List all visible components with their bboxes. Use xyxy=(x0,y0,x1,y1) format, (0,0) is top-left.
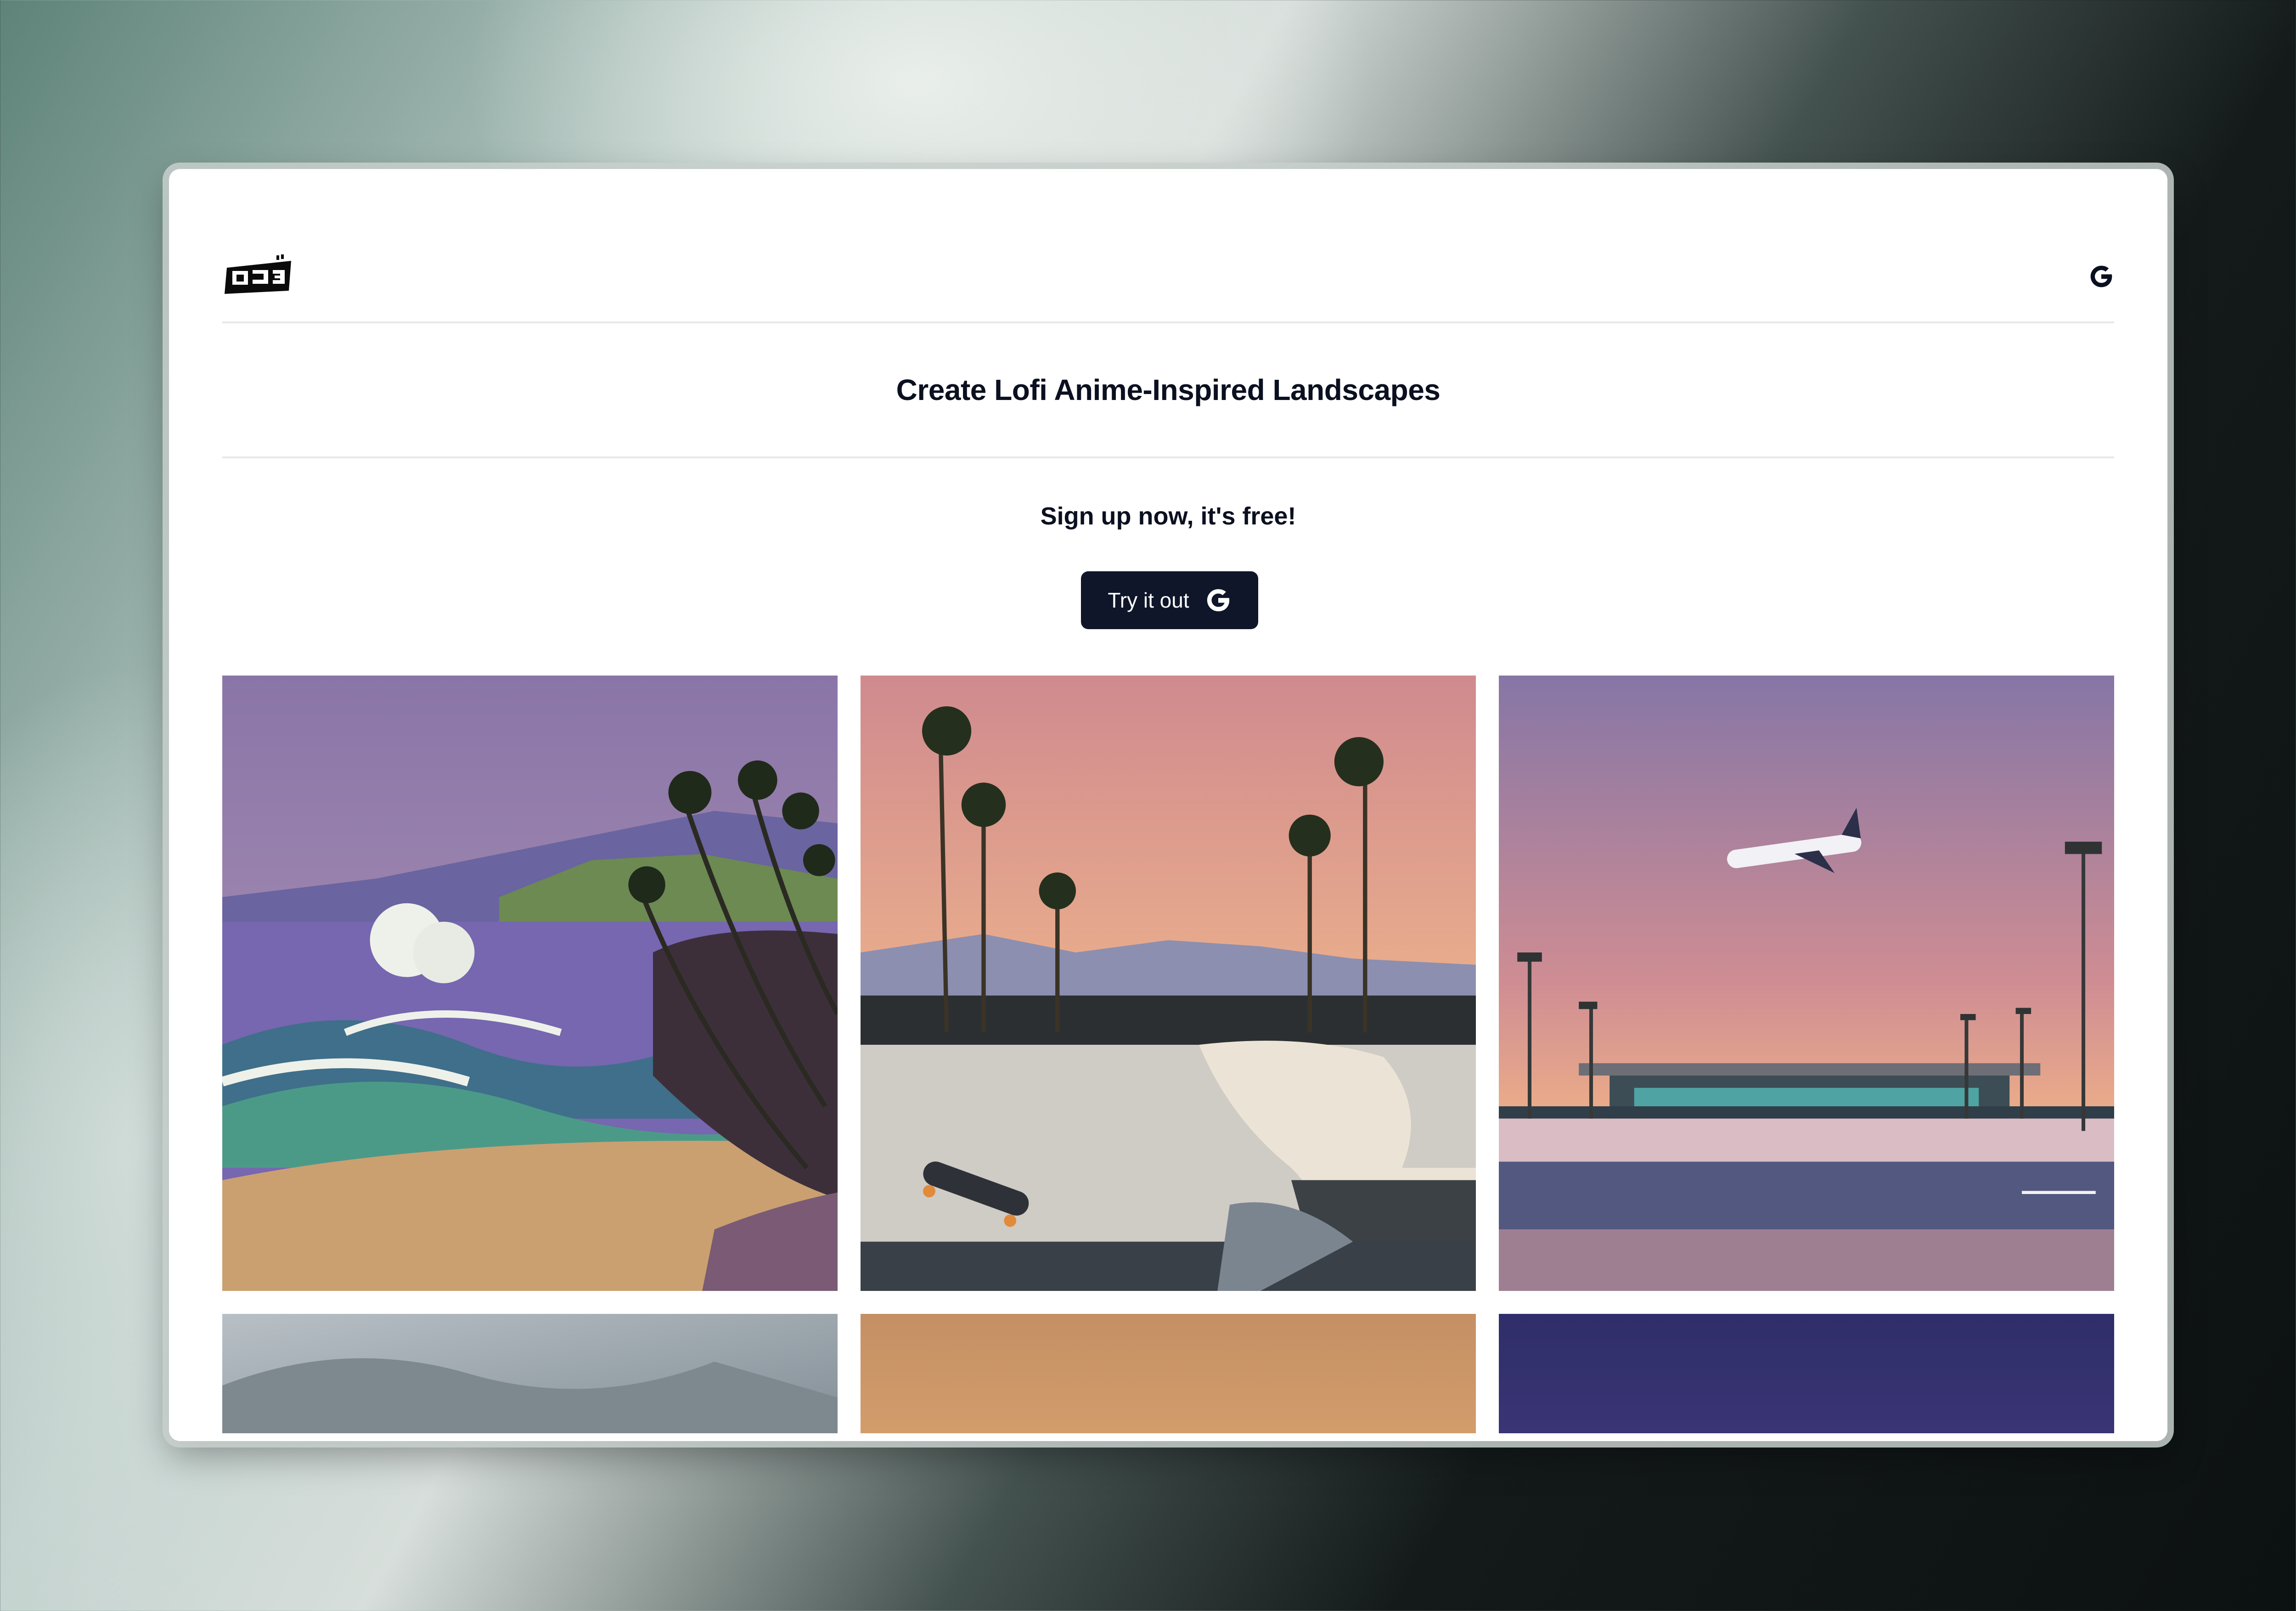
gallery-image-cloudy-sky[interactable] xyxy=(222,1314,838,1433)
lofi-logo-icon[interactable] xyxy=(222,252,296,298)
hero-title-band: Create Lofi Anime-Inspired Landscapes xyxy=(222,323,2114,458)
top-nav xyxy=(222,169,2114,323)
google-g-icon[interactable] xyxy=(2088,264,2114,289)
gallery-image-airport[interactable] xyxy=(1499,676,2114,1291)
try-it-out-label: Try it out xyxy=(1108,588,1189,612)
gallery-image-orange-sky[interactable] xyxy=(861,1314,1476,1433)
signup-text: Sign up now, it's free! xyxy=(1040,502,1296,530)
page-title: Create Lofi Anime-Inspired Landscapes xyxy=(896,373,1441,406)
gallery-image-coastal-waves[interactable] xyxy=(222,676,838,1291)
gallery-image-skatepark[interactable] xyxy=(861,676,1476,1291)
try-it-out-button[interactable]: Try it out xyxy=(1081,571,1258,629)
app-window: Create Lofi Anime-Inspired Landscapes Si… xyxy=(169,169,2167,1441)
gallery-image-indigo-sky[interactable] xyxy=(1499,1314,2114,1433)
google-g-icon xyxy=(1207,589,1229,612)
